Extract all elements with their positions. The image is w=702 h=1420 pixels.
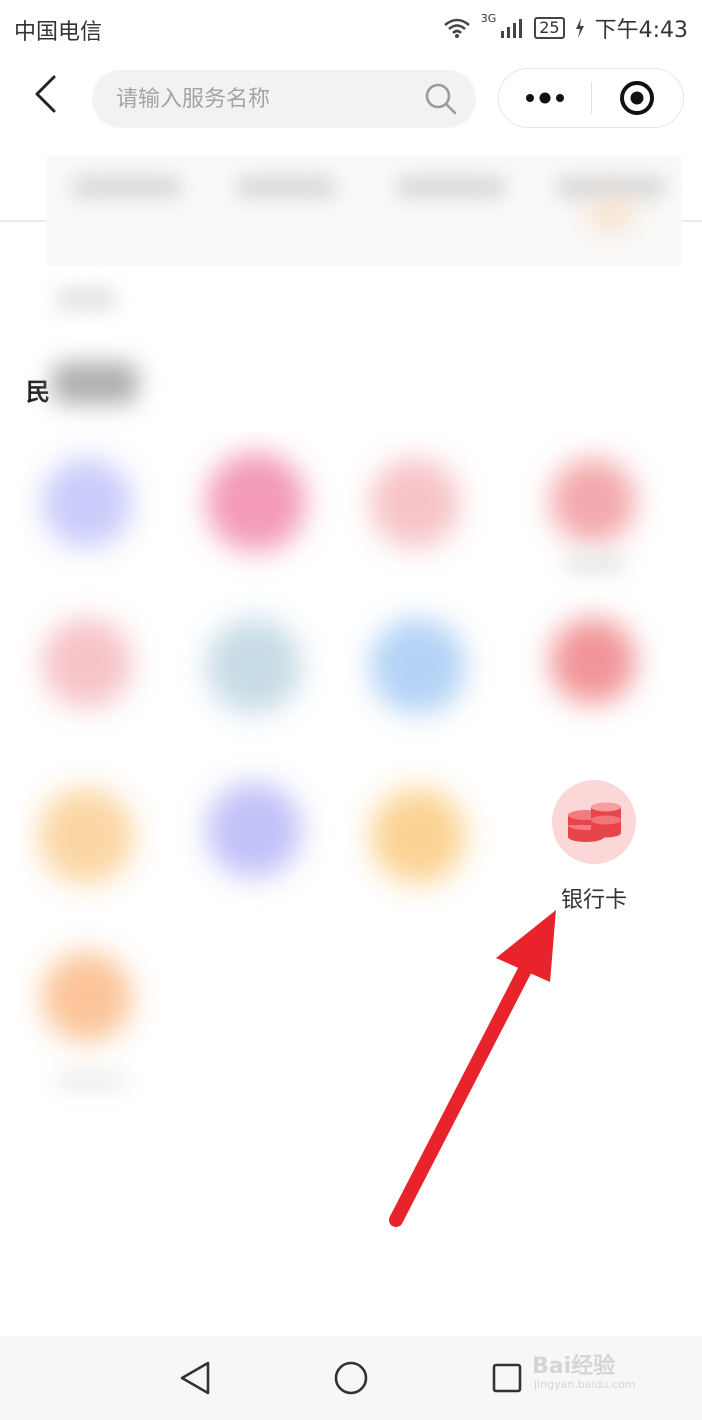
nav-recents-button[interactable] (482, 1356, 532, 1400)
battery-level: 25 (534, 17, 565, 39)
watermark-text: Bai经验 (532, 1354, 616, 1379)
nav-home-button[interactable] (326, 1356, 376, 1400)
clock: 下午4:43 (594, 18, 688, 43)
more-dots-icon (525, 92, 564, 104)
more-button[interactable] (499, 69, 591, 127)
charging-icon (575, 18, 584, 38)
target-close-icon (620, 81, 655, 115)
service-tile-bank-card[interactable]: 银行卡 (544, 780, 644, 920)
nav-back-button[interactable] (170, 1356, 220, 1400)
baidu-watermark: Bai经验 jingyan.baidu.com (532, 1346, 662, 1402)
circle-home-icon (334, 1361, 368, 1395)
carrier-name: 中国电信 (14, 20, 103, 45)
coins-stack-icon (552, 780, 636, 864)
search-input[interactable] (114, 85, 424, 113)
close-miniapp-button[interactable] (592, 69, 684, 127)
search-bar[interactable] (92, 70, 476, 128)
square-recents-icon (492, 1363, 522, 1393)
status-bar: 中国电信 3G 25 下午4:43 (0, 0, 702, 56)
blurred-tab-row (46, 156, 682, 266)
annotation-arrow (389, 910, 556, 1227)
status-icons: 3G 25 下午4:43 (443, 12, 688, 44)
triangle-back-icon (180, 1361, 210, 1395)
miniapp-capsule (498, 68, 684, 128)
search-icon[interactable] (424, 82, 458, 116)
blurred-section-title (52, 362, 138, 404)
network-type: 3G (480, 12, 497, 25)
signal-icon (501, 19, 523, 38)
blurred-subtitle (56, 286, 116, 312)
watermark-url: jingyan.baidu.com (534, 1378, 636, 1391)
wifi-icon (443, 18, 470, 38)
service-tile-label: 银行卡 (560, 888, 627, 913)
chevron-left-icon (35, 75, 56, 113)
back-button[interactable] (20, 66, 70, 122)
section-title-partial: 民 (26, 378, 50, 406)
